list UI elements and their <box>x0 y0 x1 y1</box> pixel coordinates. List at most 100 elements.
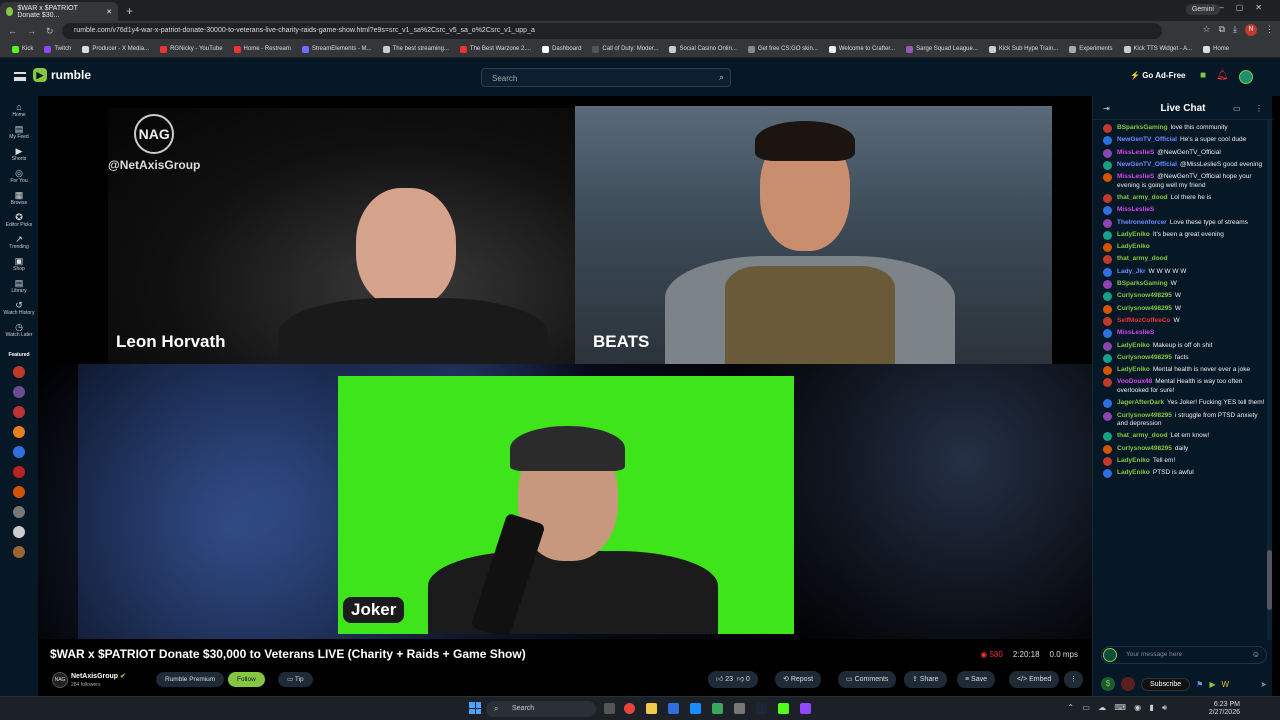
rant-dollar-icon[interactable]: $ <box>1101 677 1115 691</box>
steam-icon[interactable] <box>756 703 767 714</box>
chat-user-avatar[interactable] <box>1103 432 1112 442</box>
featured-channel-avatar[interactable] <box>13 526 25 538</box>
comments-button[interactable]: ▭ Comments <box>838 671 897 688</box>
embed-button[interactable]: </> Embed <box>1009 671 1060 688</box>
bookmark-item[interactable]: Home - Restream <box>233 45 291 53</box>
task-view-icon[interactable] <box>604 703 615 714</box>
sidebar-item-trending[interactable]: ↗ Trending <box>0 235 38 251</box>
chat-user-avatar[interactable] <box>1103 230 1112 240</box>
bookmark-item[interactable]: Sarge Squad League... <box>906 45 978 53</box>
sidebar-item-browse[interactable]: ▦ Browse <box>0 191 38 207</box>
channel-avatar[interactable]: NAG <box>52 672 68 688</box>
chat-user-avatar[interactable] <box>1103 444 1112 454</box>
chat-user-avatar[interactable] <box>1103 399 1112 409</box>
chat-user-avatar[interactable] <box>1103 411 1112 421</box>
url-field[interactable]: rumble.com/v76d1y4-war-x-patriot-donate-… <box>62 23 1162 39</box>
channel-name[interactable]: NetAxisGroup ✔ <box>71 672 126 680</box>
chat-user-avatar[interactable] <box>1103 267 1112 277</box>
share-button[interactable]: ⇪ Share <box>904 671 947 688</box>
bookmark-item[interactable]: RGNicky - YouTube <box>160 45 223 53</box>
bookmark-item[interactable]: Social Casino Onlin... <box>669 45 737 53</box>
new-tab-icon[interactable]: + <box>126 4 133 18</box>
chat-username[interactable]: LadyEniko <box>1117 231 1150 238</box>
sidebar-item-home[interactable]: ⌂ Home <box>0 103 38 119</box>
bookmark-item[interactable]: Welcome to Crafter... <box>828 45 895 53</box>
sidebar-item-for-you[interactable]: ◎ For You <box>0 169 38 185</box>
app-icon-gray[interactable] <box>734 703 745 714</box>
popout-chat-icon[interactable]: ▭ <box>1233 104 1241 113</box>
chat-username[interactable]: Curlysnow498295 <box>1117 354 1172 361</box>
bookmark-item[interactable]: Dashboard <box>542 45 581 53</box>
bookmark-item[interactable]: Home <box>1203 45 1229 53</box>
thumbs-down-icon[interactable]: 👎︎ <box>737 676 744 683</box>
emoji-icon[interactable]: ☺ <box>1252 650 1260 659</box>
search-input[interactable]: Search ⌕ <box>481 68 731 87</box>
user-avatar[interactable] <box>1238 70 1253 84</box>
chat-user-avatar[interactable] <box>1103 160 1112 170</box>
featured-channel-avatar[interactable] <box>13 486 25 498</box>
reload-icon[interactable]: ↻ <box>46 26 54 37</box>
chat-username[interactable]: that_army_dood <box>1117 432 1168 439</box>
search-icon[interactable]: ⌕ <box>719 72 724 83</box>
chat-user-avatar[interactable] <box>1103 329 1112 339</box>
chat-messages[interactable]: BSparksGaming love this community NewGenTV… <box>1093 124 1273 638</box>
bookmark-item[interactable]: The Best Warzone 2.... <box>459 45 531 53</box>
chat-username[interactable]: LadyEniko <box>1117 366 1150 373</box>
chat-username[interactable]: LadyEniko <box>1117 457 1150 464</box>
bookmark-item[interactable]: Call of Duty: Moder... <box>592 45 658 53</box>
chat-menu-icon[interactable]: ⋮ <box>1255 104 1263 113</box>
back-icon[interactable]: ← <box>8 26 17 36</box>
bookmark-item[interactable]: Twitch <box>44 45 71 53</box>
tip-button[interactable]: ▭ Tip <box>278 672 313 687</box>
bookmark-item[interactable]: Kick Sub Hype Train... <box>988 45 1058 53</box>
chat-username[interactable]: LadyEniko <box>1117 469 1150 476</box>
system-tray-icons[interactable]: ⌃ ▭ ☁ ⌨ ◉ ▮ 🔊︎ <box>1067 703 1170 713</box>
bookmark-item[interactable]: StreamElements - M... <box>301 45 372 53</box>
sidebar-item-watch-history[interactable]: ↺ Watch History <box>0 301 38 317</box>
chat-username[interactable]: SelfMozCoffeeCo <box>1117 317 1170 324</box>
bookmark-item[interactable]: Get free CS:GO skin... <box>747 45 818 53</box>
chat-user-avatar[interactable] <box>1103 366 1112 376</box>
like-dislike-group[interactable]: 👍︎ 23 👎︎ 0 <box>708 671 758 688</box>
record-icon[interactable] <box>1121 677 1135 691</box>
subscribe-button[interactable]: Subscribe <box>1141 677 1191 691</box>
chat-user-avatar[interactable] <box>1103 316 1112 326</box>
kick-icon[interactable] <box>778 703 789 714</box>
chat-username[interactable]: Curlysnow498295 <box>1117 305 1172 312</box>
notifications-bell-icon[interactable]: 🔔︎ <box>1216 70 1229 84</box>
chat-username[interactable]: MissLeslieS <box>1117 206 1154 213</box>
featured-channel-avatar[interactable] <box>13 406 25 418</box>
chat-user-avatar[interactable] <box>1103 255 1112 265</box>
chat-username[interactable]: LadyEniko <box>1117 243 1150 250</box>
outlook-icon[interactable] <box>668 703 679 714</box>
bookmark-item[interactable]: Producer - X Media... <box>82 45 149 53</box>
follow-button[interactable]: Follow <box>228 672 265 687</box>
gemini-button[interactable]: Gemini <box>1185 4 1220 15</box>
close-tab-icon[interactable]: ✕ <box>106 8 112 16</box>
featured-channel-avatar[interactable] <box>13 446 25 458</box>
browser-tab[interactable]: $WAR x $PATRIOT Donate $30... ✕ <box>0 2 118 21</box>
w-emote-icon[interactable]: W <box>1221 680 1229 689</box>
chat-username[interactable]: JagerAfterDark <box>1117 399 1164 406</box>
rumble-premium-button[interactable]: Rumble Premium <box>156 672 225 687</box>
bookmark-star-icon[interactable]: ☆ <box>1203 24 1211 36</box>
windows-start-icon[interactable] <box>469 702 481 714</box>
thumbs-up-icon[interactable]: 👍︎ <box>716 676 723 683</box>
chat-username[interactable]: Curlysnow498295 <box>1117 445 1172 452</box>
chat-user-avatar[interactable] <box>1103 243 1112 253</box>
bookmark-item[interactable]: The best streaming... <box>382 45 449 53</box>
chat-user-avatar[interactable] <box>1103 292 1112 302</box>
chat-username[interactable]: NewGenTV_Official <box>1117 161 1177 168</box>
chat-scrollbar[interactable] <box>1267 120 1272 640</box>
save-button[interactable]: ≡ Save <box>957 671 996 688</box>
chrome-icon[interactable] <box>624 703 635 714</box>
chat-username[interactable]: TheIronenforcer <box>1117 219 1167 226</box>
extensions-icon[interactable]: ⧉ <box>1219 24 1225 36</box>
file-explorer-icon[interactable] <box>646 703 657 714</box>
video-player[interactable]: NAG @NetAxisGroup Leon Horvath BEATS Jok… <box>38 96 1092 640</box>
featured-channel-avatar[interactable] <box>13 506 25 518</box>
chat-user-avatar[interactable] <box>1103 469 1112 479</box>
chat-username[interactable]: BSparksGaming <box>1117 124 1168 131</box>
flag-emote-icon[interactable]: ⚑ <box>1196 680 1203 689</box>
sidebar-item-shop[interactable]: ▣ Shop <box>0 257 38 273</box>
